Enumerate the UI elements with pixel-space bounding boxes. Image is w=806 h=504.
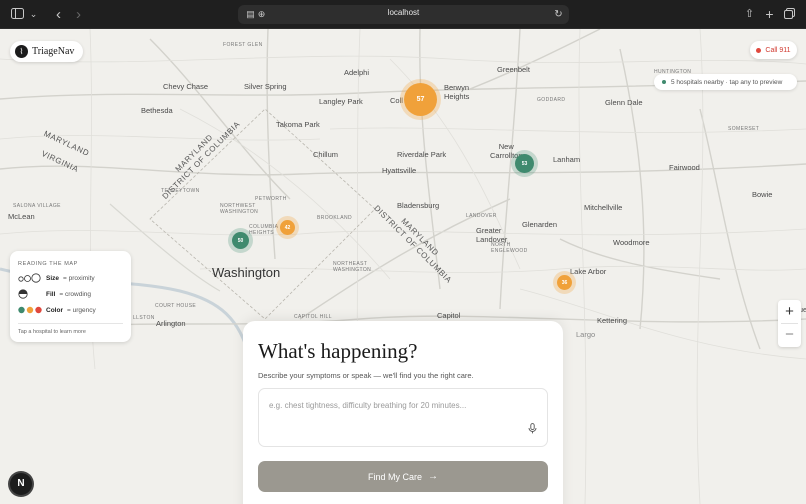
map-label: Adelphi (344, 68, 370, 77)
map-label: SALONA VILLAGE (13, 203, 61, 209)
legend-fill-row: Fill = crowding (18, 289, 123, 299)
symptom-card: What's happening? Describe your symptoms… (243, 321, 563, 504)
mic-icon[interactable] (524, 423, 540, 439)
legend-tap-hint: Tap a hospital to learn more (18, 329, 86, 335)
card-subtitle: Describe your symptoms or speak — we'll … (258, 371, 474, 380)
map-label: SOMERSET (728, 126, 760, 132)
sidebar-icon[interactable] (9, 6, 26, 23)
dev-tools-badge[interactable]: N (10, 473, 32, 495)
browser-toolbar: ⌄ ‹ › ▤ ⊕ localhost ↻ ⇧ + (0, 0, 806, 29)
map-label: Chevy Chase (163, 82, 209, 91)
map-label: Chillum (313, 150, 339, 159)
legend-color-key: Color (46, 306, 63, 314)
arrow-right-icon: → (428, 471, 438, 482)
symptom-placeholder: e.g. chest tightness, difficulty breathi… (269, 401, 467, 410)
map-label: Capitol (437, 311, 461, 320)
tabs-icon[interactable] (781, 6, 798, 23)
map-label: Largo (576, 330, 596, 339)
color-dots-icon (18, 305, 42, 315)
legend-fill-value: = crowding (59, 290, 92, 298)
map-label: Kettering (597, 316, 628, 325)
map-label: Glenn Dale (605, 98, 643, 107)
legend-size-row: Size = proximity (18, 273, 123, 283)
map-label: Woodmore (613, 238, 650, 247)
chevron-down-icon[interactable]: ⌄ (25, 6, 42, 23)
map-label: TENLEYTOWN (161, 188, 200, 194)
map-label: McLean (8, 212, 35, 221)
map-label: Lake Arbor (570, 267, 607, 276)
brand-name: TriageNav (32, 46, 75, 57)
hospital-marker[interactable]: 53 (515, 154, 534, 173)
map-label: Hyattsville (382, 166, 417, 175)
legend-fill-key: Fill (46, 290, 56, 298)
map-label: NORTHWEST WASHINGTON (220, 203, 259, 215)
map-label: Greenbelt (497, 65, 530, 74)
map-label: Lanham (553, 155, 581, 164)
share-icon[interactable]: ⇧ (741, 6, 758, 23)
map-label: Fairwood (669, 163, 700, 172)
pulse-icon: ⌇ (15, 45, 28, 58)
map-label: Bethesda (141, 106, 173, 115)
map-label: Berwyn Heights (444, 83, 470, 101)
map-label: FOREST GLEN (223, 42, 263, 48)
zoom-in-button[interactable]: + (778, 300, 801, 323)
map-label: Arlington (156, 319, 186, 328)
map-label: NORTH ENGLEWOOD (491, 242, 528, 254)
zoom-control: + − (778, 300, 801, 347)
map-canvas[interactable]: FOREST GLEN Adelphi Greenbelt HUNTINGTON… (0, 29, 806, 504)
map-label: Glenarden (522, 220, 558, 229)
size-circles-icon (18, 273, 42, 283)
plus-icon[interactable]: + (761, 6, 778, 23)
forward-icon[interactable]: › (70, 6, 87, 23)
map-label: Takoma Park (276, 120, 320, 129)
legend-title: READING THE MAP (18, 261, 78, 267)
brand-chip[interactable]: ⌇ TriageNav (10, 41, 84, 62)
map-label: NORTHEAST WASHINGTON (333, 261, 372, 273)
map-legend: READING THE MAP Size = proximity Fill = … (10, 251, 131, 342)
find-my-care-button[interactable]: Find My Care → (258, 461, 548, 492)
map-label: Riverdale Park (397, 150, 447, 159)
map-label: GODDARD (537, 97, 566, 103)
map-label: Coll (390, 96, 403, 105)
hospital-marker[interactable]: 42 (280, 220, 295, 235)
back-icon[interactable]: ‹ (50, 6, 67, 23)
legend-size-value: = proximity (63, 274, 95, 282)
map-label: Bowie (752, 190, 773, 199)
call-911-label: Call 911 (765, 46, 791, 54)
map-label: Bladensburg (397, 201, 440, 210)
reload-icon[interactable]: ↻ (550, 6, 567, 23)
legend-divider (18, 323, 123, 324)
legend-color-row: Color = urgency (18, 305, 123, 315)
map-label: Washington (212, 265, 281, 280)
half-fill-icon (18, 289, 42, 299)
nearby-text: 5 hospitals nearby · tap any to preview (671, 78, 783, 86)
symptom-input[interactable]: e.g. chest tightness, difficulty breathi… (258, 388, 548, 447)
map-label: LLSTON (133, 315, 155, 321)
hospital-marker[interactable]: 36 (557, 275, 572, 290)
url-text: localhost (387, 8, 420, 17)
hospital-marker[interactable]: 50 (232, 232, 249, 249)
map-label: CAPITOL HILL (294, 314, 332, 320)
legend-color-value: = urgency (66, 306, 96, 314)
map-label: Silver Spring (244, 82, 287, 91)
alert-dot-icon (756, 47, 762, 53)
app-root: ⌄ ‹ › ▤ ⊕ localhost ↻ ⇧ + FOREST GLEN Ad… (0, 0, 806, 504)
address-bar[interactable]: ▤ ⊕ localhost ↻ (238, 5, 569, 24)
map-label: LANDOVER (466, 213, 497, 219)
call-911-button[interactable]: Call 911 (750, 41, 797, 59)
map-label: COLUMBIA HEIGHTS (249, 224, 279, 236)
card-title: What's happening? (258, 339, 418, 363)
map-label: COURT HOUSE (155, 303, 197, 309)
map-label: Mitchellville (584, 203, 623, 212)
map-label: BROOKLAND (317, 215, 352, 221)
map-label: Langley Park (319, 97, 363, 106)
status-dot-icon (662, 80, 666, 84)
zoom-out-button[interactable]: − (778, 323, 801, 346)
hospital-marker[interactable]: 57 (404, 83, 437, 116)
legend-size-key: Size (46, 274, 60, 282)
map-label: PETWORTH (255, 196, 287, 202)
find-my-care-label: Find My Care (367, 471, 422, 482)
nearby-hospitals-pill[interactable]: 5 hospitals nearby · tap any to preview (654, 74, 797, 90)
